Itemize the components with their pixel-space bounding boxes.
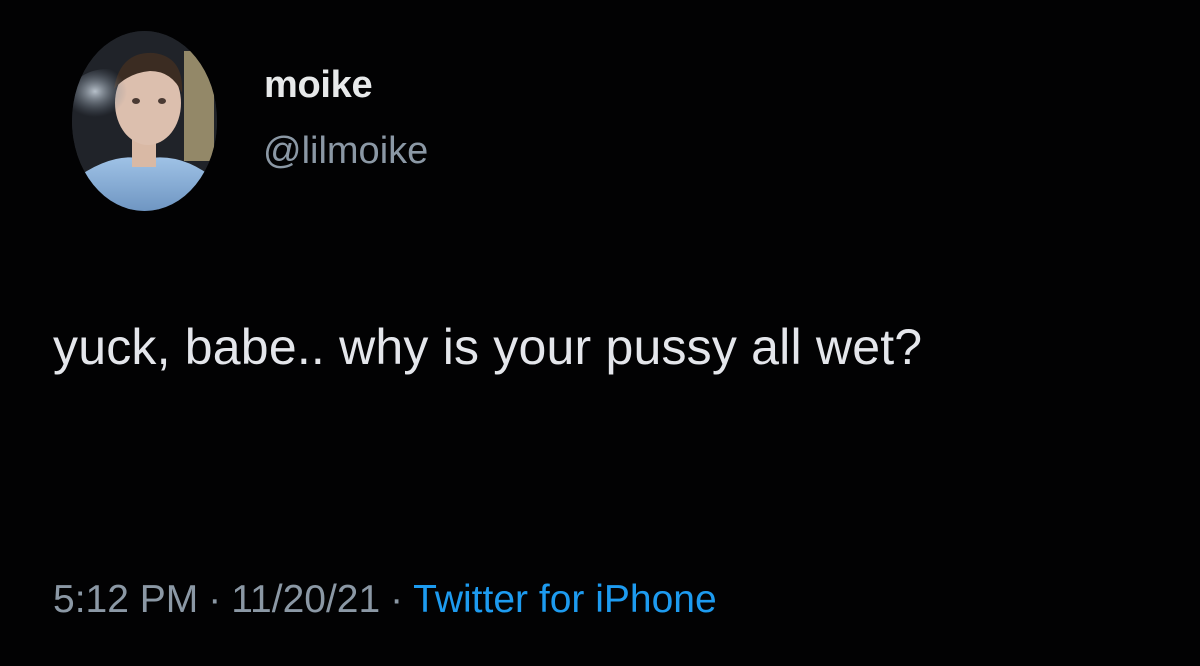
- tweet-source-link[interactable]: Twitter for iPhone: [413, 578, 716, 621]
- tweet-time[interactable]: 5:12 PM: [53, 578, 198, 621]
- tweet-text: yuck, babe.. why is your pussy all wet?: [53, 319, 923, 375]
- tweet-metadata: 5:12 PM · 11/20/21 · Twitter for iPhone: [53, 578, 717, 622]
- avatar[interactable]: [72, 31, 217, 211]
- tweet-card: moike @lilmoike yuck, babe.. why is your…: [0, 0, 1200, 666]
- display-name[interactable]: moike: [264, 64, 373, 107]
- profile-photo-icon: [72, 31, 217, 211]
- separator: ·: [390, 578, 404, 621]
- tweet-date[interactable]: 11/20/21: [231, 578, 380, 621]
- user-handle[interactable]: @lilmoike: [263, 130, 428, 173]
- separator: ·: [208, 578, 222, 621]
